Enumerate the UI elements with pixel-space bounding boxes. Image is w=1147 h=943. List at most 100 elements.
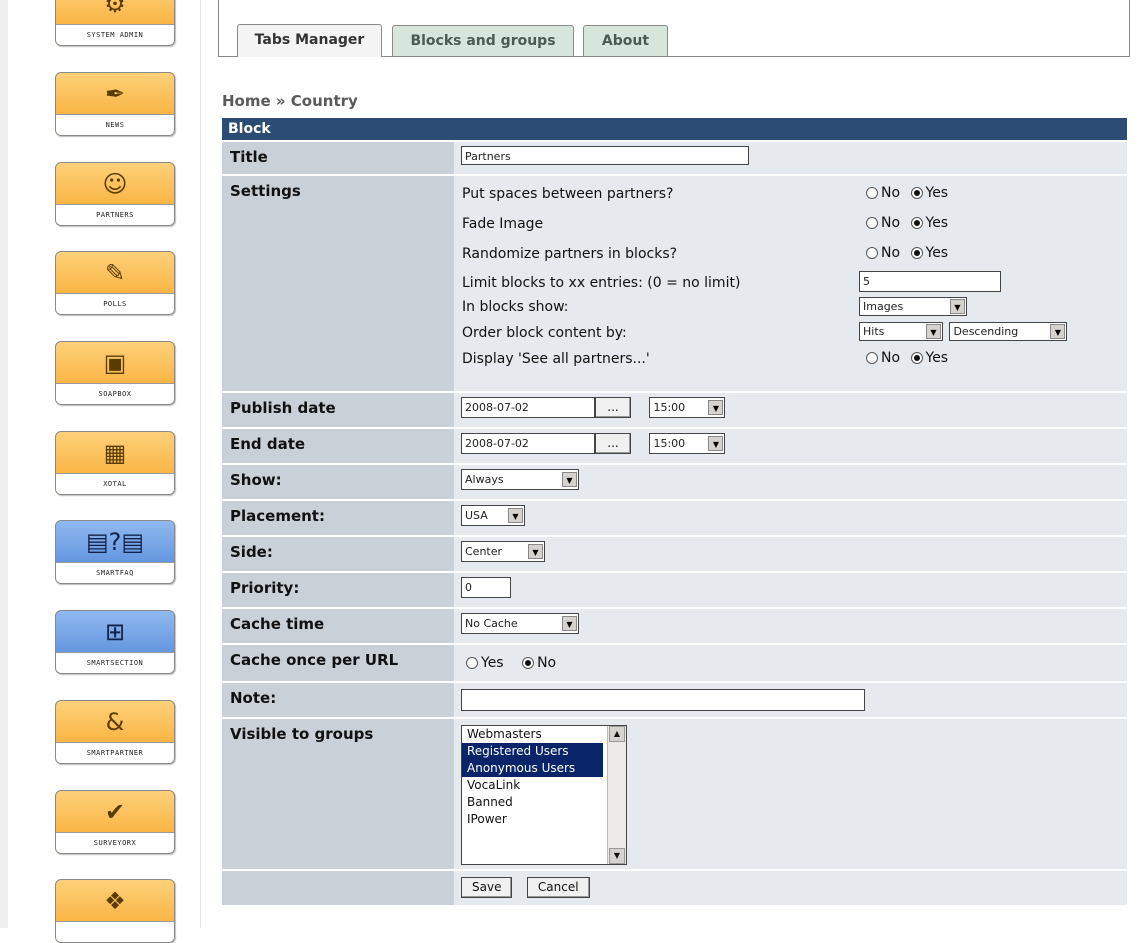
groups-label: Visible to groups bbox=[222, 719, 454, 869]
end-date-label: End date bbox=[222, 429, 454, 463]
group-option-banned[interactable]: Banned bbox=[462, 794, 603, 811]
setting-question: Randomize partners in blocks? bbox=[462, 245, 678, 262]
chevron-down-icon: ▼ bbox=[508, 508, 523, 523]
end-date-picker-button[interactable]: ... bbox=[595, 433, 631, 454]
order-direction-select[interactable]: Descending ▼ bbox=[949, 322, 1068, 342]
setting-question: Put spaces between partners? bbox=[462, 186, 674, 202]
module-smartfaq[interactable]: ▤?▤ SMARTFAQ bbox=[55, 520, 175, 584]
see-all-radio-group: No Yes bbox=[866, 350, 954, 366]
fade-yes-radio[interactable] bbox=[910, 216, 923, 229]
setting-question: Order block content by: bbox=[462, 325, 627, 342]
module-label: SYSTEM ADMIN bbox=[56, 24, 174, 45]
radio-label: Yes bbox=[925, 244, 949, 261]
note-label: Note: bbox=[222, 683, 454, 717]
module-label: PARTNERS bbox=[56, 204, 174, 225]
module-soapbox[interactable]: ▣ SOAPBOX bbox=[55, 341, 175, 405]
fade-no-radio[interactable] bbox=[866, 216, 878, 229]
group-option-ipower[interactable]: IPower bbox=[462, 811, 603, 828]
module-xotal[interactable]: ▦ XOTAL bbox=[55, 431, 175, 495]
note-input[interactable] bbox=[461, 689, 865, 711]
radio-label: Yes bbox=[925, 350, 949, 367]
chevron-down-icon: ▼ bbox=[1050, 324, 1066, 340]
group-option-vocalink[interactable]: VocaLink bbox=[462, 777, 603, 794]
radio-label: No bbox=[881, 350, 901, 367]
radio-label: Yes bbox=[925, 185, 949, 201]
end-time-select[interactable]: 15:00 ▼ bbox=[649, 433, 726, 454]
tab-bar: Tabs Manager Blocks and groups About bbox=[218, 0, 1130, 57]
form-header: Block bbox=[222, 118, 1127, 140]
chevron-down-icon: ▼ bbox=[708, 436, 724, 451]
randomize-no-radio[interactable] bbox=[866, 246, 878, 259]
group-option-webmasters[interactable]: Webmasters bbox=[462, 726, 603, 743]
breadcrumb: Home » Country bbox=[222, 92, 358, 110]
order-field-select[interactable]: Hits ▼ bbox=[859, 322, 943, 342]
end-date-cell: 2008-07-02... 15:00 ▼ bbox=[454, 429, 1127, 463]
cache-url-yes-radio[interactable] bbox=[466, 657, 478, 669]
cancel-button[interactable]: Cancel bbox=[526, 877, 590, 898]
limit-input[interactable]: 5 bbox=[859, 271, 1001, 293]
show-select[interactable]: Always ▼ bbox=[461, 469, 579, 490]
chevron-down-icon: ▼ bbox=[926, 324, 941, 340]
tab-tabs-manager[interactable]: Tabs Manager bbox=[237, 24, 382, 57]
select-value: 15:00 bbox=[653, 437, 686, 450]
tab-blocks-and-groups[interactable]: Blocks and groups bbox=[392, 25, 574, 56]
placement-select[interactable]: USA ▼ bbox=[461, 505, 525, 526]
priority-cell: 0 bbox=[454, 573, 1127, 607]
setting-question: Display 'See all partners...' bbox=[462, 351, 650, 368]
chevron-down-icon: ▼ bbox=[562, 472, 577, 487]
groups-cell: Webmasters Registered Users Anonymous Us… bbox=[454, 719, 1127, 869]
tab-about[interactable]: About bbox=[583, 25, 668, 56]
smartfaq-icon: ▤?▤ bbox=[85, 528, 145, 556]
blocks-show-select[interactable]: Images ▼ bbox=[859, 297, 967, 317]
radio-label: No bbox=[881, 214, 901, 231]
module-system-admin[interactable]: ⚙ SYSTEM ADMIN bbox=[55, 0, 175, 46]
cache-url-no-radio[interactable] bbox=[522, 657, 535, 669]
radio-label: No bbox=[881, 244, 901, 261]
news-icon: ✒ bbox=[104, 80, 126, 108]
module-smartsection[interactable]: ⊞ SMARTSECTION bbox=[55, 610, 175, 674]
placement-cell: USA ▼ bbox=[454, 501, 1127, 535]
module-news[interactable]: ✒ NEWS bbox=[55, 72, 175, 136]
order-controls: Hits ▼ Descending ▼ bbox=[859, 322, 1068, 342]
module-smartpartner[interactable]: & SMARTPARTNER bbox=[55, 700, 175, 764]
setting-show: In blocks show: Images ▼ bbox=[454, 295, 1127, 321]
module-label: SOAPBOX bbox=[56, 383, 174, 404]
cache-time-select[interactable]: No Cache ▼ bbox=[461, 613, 579, 634]
block-form: Block Title Partners Settings Put spaces… bbox=[222, 116, 1127, 907]
priority-input[interactable]: 0 bbox=[461, 577, 511, 598]
scroll-up-icon[interactable]: ▲ bbox=[609, 726, 625, 742]
module-polls[interactable]: ✎ POLLS bbox=[55, 251, 175, 315]
module-label: POLLS bbox=[56, 293, 174, 314]
scroll-down-icon[interactable]: ▼ bbox=[609, 848, 625, 864]
surveyorx-icon: ✔ bbox=[104, 798, 126, 826]
save-button[interactable]: Save bbox=[461, 877, 513, 898]
module-label: SURVEYORX bbox=[56, 832, 174, 853]
see-all-no-radio[interactable] bbox=[866, 352, 878, 365]
groups-listbox[interactable]: Webmasters Registered Users Anonymous Us… bbox=[461, 725, 627, 865]
module-label: NEWS bbox=[56, 114, 174, 135]
publish-date-label: Publish date bbox=[222, 393, 454, 427]
module-surveyorx[interactable]: ✔ SURVEYORX bbox=[55, 790, 175, 854]
group-option-anonymous-users[interactable]: Anonymous Users bbox=[462, 760, 603, 777]
actions-cell: Save Cancel bbox=[454, 871, 1127, 905]
polls-icon: ✎ bbox=[104, 259, 126, 287]
listbox-scrollbar[interactable]: ▲ ▼ bbox=[607, 726, 626, 864]
select-value: Descending bbox=[953, 325, 1019, 339]
randomize-yes-radio[interactable] bbox=[910, 246, 923, 259]
show-cell: Always ▼ bbox=[454, 465, 1127, 499]
radio-label: Yes bbox=[481, 655, 504, 671]
group-option-registered-users[interactable]: Registered Users bbox=[462, 743, 603, 760]
publish-time-select[interactable]: 15:00 ▼ bbox=[649, 397, 726, 418]
title-input[interactable]: Partners bbox=[461, 146, 749, 165]
see-all-yes-radio[interactable] bbox=[910, 352, 923, 365]
module-partners[interactable]: ☺ PARTNERS bbox=[55, 162, 175, 226]
module-label: XOTAL bbox=[56, 473, 174, 494]
side-select[interactable]: Center ▼ bbox=[461, 541, 545, 562]
spaces-no-radio[interactable] bbox=[866, 187, 878, 199]
module-extra[interactable]: ❖ bbox=[55, 879, 175, 943]
placement-label: Placement: bbox=[222, 501, 454, 535]
publish-date-input[interactable]: 2008-07-02 bbox=[461, 397, 595, 418]
publish-date-picker-button[interactable]: ... bbox=[595, 397, 631, 418]
end-date-input[interactable]: 2008-07-02 bbox=[461, 433, 595, 454]
spaces-yes-radio[interactable] bbox=[910, 187, 923, 199]
